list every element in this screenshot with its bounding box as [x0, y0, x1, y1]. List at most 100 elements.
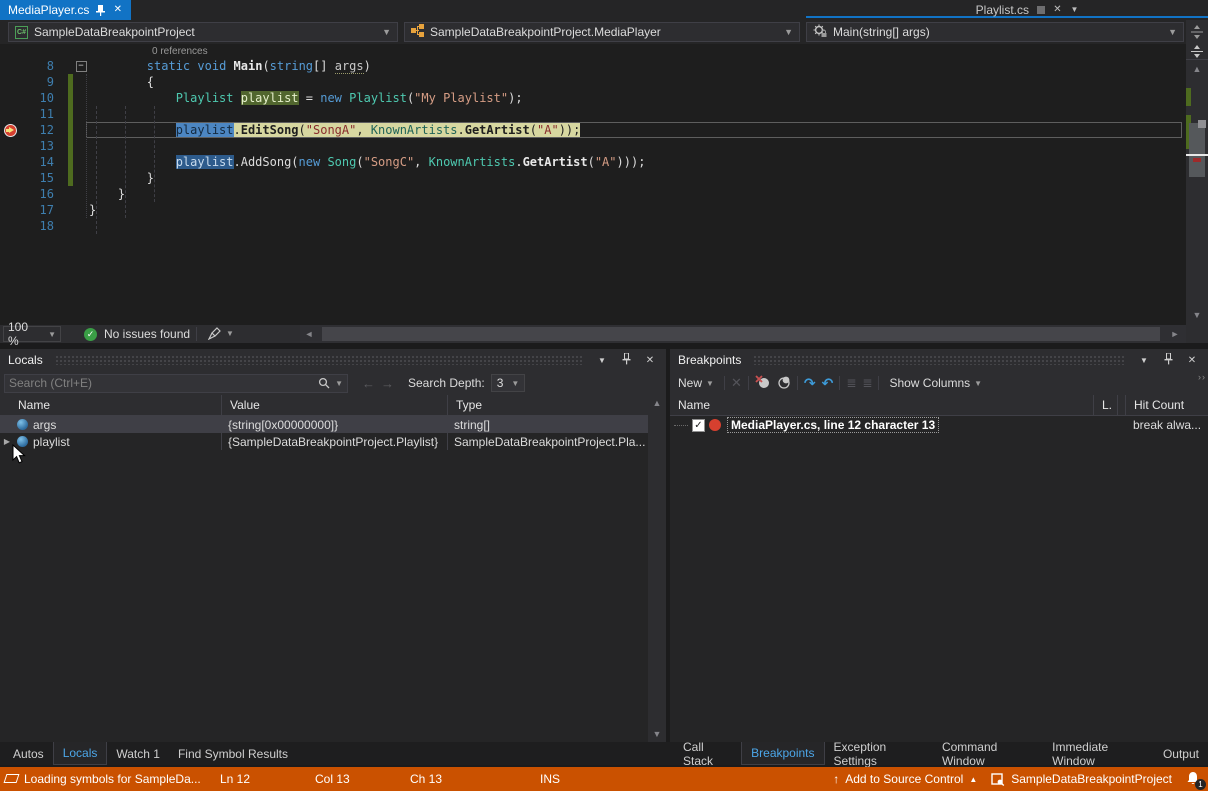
breakpoint-margin[interactable] — [0, 90, 20, 106]
pin-icon[interactable] — [1160, 353, 1176, 368]
pin-icon[interactable] — [618, 353, 634, 368]
breakpoint-margin[interactable] — [0, 106, 20, 122]
scroll-down-icon[interactable]: ▼ — [1186, 310, 1208, 320]
delete-breakpoint-icon[interactable]: ✕ — [731, 375, 742, 391]
code-line-10[interactable]: 10 Playlist playlist = new Playlist("My … — [0, 90, 1186, 106]
go-to-disassembly-icon[interactable]: ≣ — [862, 376, 872, 390]
column-header-type[interactable]: Type — [448, 395, 648, 415]
breakpoint-margin[interactable] — [0, 122, 20, 138]
locals-scrollbar[interactable]: ▲ ▼ — [648, 395, 666, 742]
code-line-13[interactable]: 13 — [0, 138, 1186, 154]
search-forward-icon[interactable]: → — [381, 376, 394, 391]
codelens-references[interactable]: 0 references — [0, 45, 1186, 58]
show-columns-button[interactable]: Show Columns ▼ — [885, 376, 986, 390]
column-header-value[interactable]: Value — [222, 395, 448, 415]
tab-find-symbol-results[interactable]: Find Symbol Results — [169, 742, 297, 765]
scroll-right-icon[interactable]: ► — [1168, 329, 1182, 339]
tab-locals[interactable]: Locals — [53, 742, 108, 765]
search-icon[interactable] — [318, 377, 330, 389]
editor-vertical-scrollbar[interactable]: ▲ ▼ — [1186, 44, 1208, 325]
tab-immediate-window[interactable]: Immediate Window — [1043, 742, 1154, 765]
locals-row-args[interactable]: args{string[0x00000000]}string[] — [0, 416, 666, 433]
code-line-14[interactable]: 14 playlist.AddSong(new Song("SongC", Kn… — [0, 154, 1186, 170]
scroll-left-icon[interactable]: ◄ — [302, 329, 316, 339]
code-editor[interactable]: 0 references8− static void Main(string[]… — [0, 44, 1186, 325]
tab-mediaplayer[interactable]: MediaPlayer.cs ✕ — [0, 0, 131, 20]
add-to-source-control-button[interactable]: ↑ Add to Source Control ▲ — [833, 772, 977, 786]
scrollbar-thumb[interactable] — [322, 327, 1160, 341]
breakpoint-margin[interactable] — [0, 218, 20, 234]
health-indicator[interactable]: ✓ No issues found — [84, 327, 190, 341]
column-header-name[interactable]: Name — [0, 395, 222, 415]
export-breakpoints-icon[interactable]: ↷ — [804, 375, 816, 392]
code-line-8[interactable]: 8− static void Main(string[] args) — [0, 58, 1186, 74]
import-breakpoints-icon[interactable]: ↶ — [822, 375, 834, 392]
column-header-hitcount[interactable]: Hit Count — [1126, 395, 1208, 415]
locals-title-bar[interactable]: Locals ▼ ✕ — [0, 349, 666, 371]
breakpoints-title-bar[interactable]: Breakpoints ▼ ✕ — [670, 349, 1208, 371]
scrollbar-thumb[interactable] — [1189, 123, 1205, 177]
code-line-15[interactable]: 15 } — [0, 170, 1186, 186]
tab-exception-settings[interactable]: Exception Settings — [825, 742, 933, 765]
tab-list-chevron-icon[interactable]: ▼ — [1069, 5, 1080, 16]
breakpoint-row[interactable]: ✓MediaPlayer.cs, line 12 character 13bre… — [670, 416, 1208, 434]
code-line-16[interactable]: 16 } — [0, 186, 1186, 202]
chevron-down-icon[interactable]: ▼ — [335, 379, 343, 388]
scroll-up-icon[interactable]: ▲ — [648, 398, 666, 408]
editor-splitter-handle[interactable] — [1186, 20, 1208, 44]
code-line-17[interactable]: 17} — [0, 202, 1186, 218]
toggle-all-breakpoints-icon[interactable] — [777, 375, 791, 392]
tab-autos[interactable]: Autos — [4, 742, 53, 765]
project-dropdown[interactable]: C# SampleDataBreakpointProject ▼ — [8, 22, 398, 42]
column-header-name[interactable]: Name — [670, 395, 1094, 415]
column-header-labels[interactable]: L. — [1094, 395, 1118, 415]
delete-all-breakpoints-icon[interactable] — [755, 375, 771, 392]
pin-icon[interactable] — [95, 5, 106, 16]
search-back-icon[interactable]: ← — [362, 376, 375, 391]
code-line-12[interactable]: 12 playlist.EditSong("SongA", KnownArtis… — [0, 122, 1186, 138]
breakpoint-margin[interactable] — [0, 170, 20, 186]
window-position-icon[interactable]: ▼ — [594, 356, 610, 365]
toolbar-overflow-icon[interactable]: ›› — [1198, 372, 1206, 382]
locals-row-playlist[interactable]: ▶playlist{SampleDataBreakpointProject.Pl… — [0, 433, 666, 450]
tab-watch-1[interactable]: Watch 1 — [107, 742, 169, 765]
split-window-handle[interactable] — [1186, 44, 1208, 60]
new-breakpoint-button[interactable]: New ▼ — [674, 376, 718, 390]
breakpoint-margin[interactable] — [0, 186, 20, 202]
repository-selector[interactable]: SampleDataBreakpointProject — [991, 772, 1172, 786]
close-icon[interactable]: ✕ — [642, 355, 658, 366]
close-icon[interactable]: ✕ — [112, 5, 123, 16]
zoom-dropdown[interactable]: 100 % ▼ — [3, 326, 61, 342]
close-icon[interactable]: ✕ — [1052, 5, 1063, 16]
tab-call-stack[interactable]: Call Stack — [674, 742, 741, 765]
search-input[interactable] — [9, 376, 318, 390]
tab-breakpoints[interactable]: Breakpoints — [741, 742, 824, 765]
tab-output[interactable]: Output — [1154, 742, 1208, 765]
search-box[interactable]: ▼ — [4, 374, 348, 393]
fold-margin[interactable]: − — [73, 61, 89, 72]
tab-playlist-preview[interactable]: Playlist.cs ✕ ▼ — [968, 0, 1088, 20]
code-line-9[interactable]: 9 { — [0, 74, 1186, 90]
scroll-up-icon[interactable]: ▲ — [1186, 64, 1208, 74]
search-depth-dropdown[interactable]: 3 ▼ — [491, 374, 526, 392]
breakpoint-margin[interactable] — [0, 202, 20, 218]
breakpoint-checkbox[interactable]: ✓ — [692, 419, 705, 432]
breakpoint-margin[interactable] — [0, 138, 20, 154]
breakpoint-margin[interactable] — [0, 74, 20, 90]
notifications-button[interactable]: 1 — [1186, 771, 1202, 787]
code-cleanup-button[interactable]: ▼ — [208, 327, 234, 340]
tab-command-window[interactable]: Command Window — [933, 742, 1043, 765]
collapse-box-icon[interactable]: − — [76, 61, 87, 72]
breakpoint-margin[interactable] — [0, 58, 20, 74]
code-line-11[interactable]: 11 — [0, 106, 1186, 122]
close-icon[interactable]: ✕ — [1184, 355, 1200, 366]
window-position-icon[interactable]: ▼ — [1136, 356, 1152, 365]
go-to-source-icon[interactable]: ≣ — [846, 376, 856, 390]
member-dropdown[interactable]: Main(string[] args) ▼ — [806, 22, 1184, 42]
editor-horizontal-scrollbar[interactable]: ◄ ► — [300, 325, 1186, 343]
breakpoint-margin[interactable] — [0, 154, 20, 170]
keep-open-icon[interactable] — [1035, 5, 1046, 16]
type-dropdown[interactable]: SampleDataBreakpointProject.MediaPlayer … — [404, 22, 800, 42]
code-line-18[interactable]: 18 — [0, 218, 1186, 234]
scroll-down-icon[interactable]: ▼ — [648, 729, 666, 739]
